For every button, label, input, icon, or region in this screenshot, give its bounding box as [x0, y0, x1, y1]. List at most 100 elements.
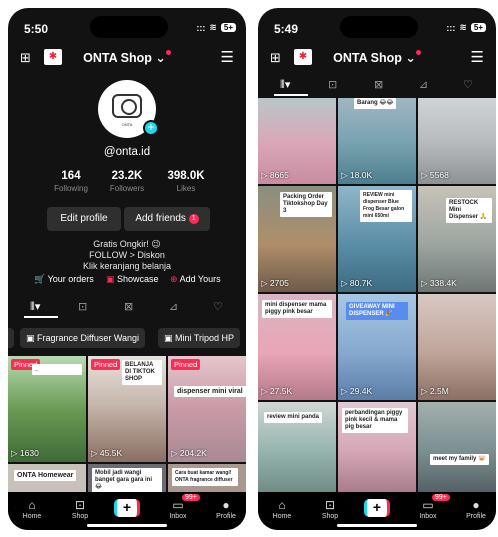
repost-icon[interactable]: ⊿: [419, 78, 428, 91]
hamburger-menu-icon[interactable]: ☰: [471, 48, 484, 66]
lock-icon[interactable]: ⊠: [124, 300, 133, 313]
home-icon: ⌂: [278, 498, 286, 512]
add-friends-button[interactable]: Add friends 1: [124, 207, 210, 231]
view-count: ▷ 2.5M: [421, 386, 449, 396]
video-caption: Mobil jadi wangi banget gara gara ini 😂: [92, 468, 162, 493]
create-button[interactable]: +: [364, 499, 390, 517]
status-icons: ::: ≋ 5+: [196, 22, 236, 33]
bottom-nav: ⌂ Home ⊡ Shop + ▭ Inbox 99+ ● Profile: [8, 492, 246, 530]
stat-likes[interactable]: 398.0K Likes: [151, 170, 221, 193]
chip-fragrance[interactable]: ▣ Fragrance Diffuser Wangi: [20, 328, 146, 348]
status-bar: 5:49 ::: ≋ 5+: [258, 8, 496, 42]
left-phone-screen: 5:50 ::: ≋ 5+ ⊞ ✱ ONTA Shop ⌄ ☰ ONTA + @…: [8, 8, 246, 530]
heart-hand-icon[interactable]: ♡: [213, 300, 223, 313]
video-tile[interactable]: Pinned dispenser mini viral ▷ 204.2K: [168, 356, 246, 462]
status-icons: ::: ≋ 5+: [446, 22, 486, 33]
video-tile[interactable]: ONTA Homewear: [8, 464, 86, 494]
video-caption: Barang 😂😂: [354, 98, 397, 109]
video-tile[interactable]: meet my family 🐷: [418, 402, 496, 492]
wifi-icon: ≋: [459, 22, 467, 32]
shopping-bag-icon[interactable]: ⊡: [78, 300, 87, 313]
username: @onta.id: [103, 146, 151, 158]
video-caption: perbandingan piggy pink kecil & mama pig…: [342, 408, 408, 433]
view-count: ▷ 18.0K: [341, 170, 373, 180]
video-tile[interactable]: perbandingan piggy pink kecil & mama pig…: [338, 402, 416, 492]
add-yours-link[interactable]: ⊕ Add Yours: [170, 274, 221, 285]
create-button[interactable]: +: [114, 499, 140, 517]
grid-icon[interactable]: ⦀▾: [30, 300, 40, 314]
add-yours-icon: ⊕: [170, 274, 178, 284]
video-tile[interactable]: ▷ 5568: [418, 98, 496, 184]
pinned-badge: Pinned: [171, 359, 201, 370]
view-count: ▷ 204.2K: [171, 448, 207, 458]
signal-icon: :::: [446, 22, 456, 33]
view-count: ▷ 338.4K: [421, 278, 457, 288]
video-tile[interactable]: Cara buat kamar wangi! ONTA fragrance di…: [168, 464, 246, 494]
nav-profile[interactable]: ● Profile: [456, 498, 496, 520]
shop-bag-icon: ⊡: [74, 498, 86, 512]
nav-home[interactable]: ⌂ Home: [262, 498, 302, 520]
avatar[interactable]: ONTA +: [98, 80, 159, 138]
nav-inbox[interactable]: ▭ Inbox 99+: [408, 494, 450, 520]
video-tile[interactable]: Barang 😂😂 ▷ 18.0K: [338, 98, 416, 184]
add-avatar-plus-icon[interactable]: +: [143, 120, 159, 136]
profile-person-icon: ●: [222, 498, 230, 512]
view-count: ▷ 29.4K: [341, 386, 373, 396]
shopping-bag-icon[interactable]: ⊡: [328, 78, 337, 91]
video-caption: review mini panda: [264, 412, 323, 423]
video-caption: BELANJA DI TIKTOK SHOP: [122, 360, 162, 385]
view-count: ▷ 5568: [421, 170, 449, 180]
hamburger-menu-icon[interactable]: ☰: [221, 48, 234, 66]
right-phone-screen: 5:49 ::: ≋ 5+ ⊞ ✱ ONTA Shop ⌄ ☰ ⦀▾ ⊡ ⊠ ⊿…: [258, 8, 496, 530]
showcase-link[interactable]: ▣ Showcase: [106, 274, 159, 285]
video-tile[interactable]: ▷ 8665: [258, 98, 336, 184]
status-time: 5:50: [24, 22, 49, 36]
nav-profile[interactable]: ● Profile: [206, 498, 246, 520]
video-tile[interactable]: RESTOCK Mini Dispenser 🙏 ▷ 338.4K: [418, 186, 496, 292]
profile-header: ⊞ ✱ ONTA Shop ⌄ ☰: [258, 44, 496, 72]
home-indicator: [337, 524, 417, 527]
your-orders-link[interactable]: 🛒 Your orders: [34, 274, 94, 285]
nav-home[interactable]: ⌂ Home: [12, 498, 52, 520]
account-switcher[interactable]: ONTA Shop ⌄: [258, 50, 496, 65]
lock-icon[interactable]: ⊠: [374, 78, 383, 91]
repost-icon[interactable]: ⊿: [169, 300, 178, 313]
profile-header: ⊞ ✱ ONTA Shop ⌄ ☰: [8, 44, 246, 72]
cart-icon: 🛒: [34, 274, 46, 284]
video-caption: Packing Order Tiktokshop Day 3: [280, 192, 332, 217]
view-count: ▷ 8665: [261, 170, 289, 180]
chip-tripod[interactable]: ▣ Mini Tripod HP: [158, 328, 241, 348]
view-count: ▷ 80.7K: [341, 278, 373, 288]
video-tile[interactable]: mini dispenser mama piggy pink besar ▷ 2…: [258, 294, 336, 400]
video-caption: meet my family 🐷: [430, 454, 489, 465]
video-tile[interactable]: GIVEAWAY MINI DISPENSER 🎉 ▷ 29.4K: [338, 294, 416, 400]
video-tile[interactable]: Pinned BELANJA DI TIKTOK SHOP ▷ 45.5K: [88, 356, 166, 462]
video-tile[interactable]: review mini panda: [258, 402, 336, 492]
profile-stats: 164 Following 23.2K Followers 398.0K Lik…: [8, 170, 246, 198]
heart-hand-icon[interactable]: ♡: [463, 78, 473, 91]
add-friends-badge: 1: [188, 214, 199, 224]
video-tile[interactable]: ▷ 2.5M: [418, 294, 496, 400]
video-caption: GIVEAWAY MINI DISPENSER 🎉: [346, 302, 408, 320]
video-caption: mini dispenser mama piggy pink besar: [262, 300, 332, 318]
pinned-badge: Pinned: [91, 359, 121, 370]
chip-partial[interactable]: [8, 328, 14, 348]
view-count: ▷ 2705: [261, 278, 289, 288]
active-tab-underline: [24, 316, 58, 318]
video-tile[interactable]: REVIEW mini dispenser Blue Frog Besar ga…: [338, 186, 416, 292]
content-tabs: ⦀▾ ⊡ ⊠ ⊿ ♡: [8, 296, 246, 318]
video-caption: REVIEW mini dispenser Blue Frog Besar ga…: [360, 190, 412, 222]
video-tile[interactable]: Mobil jadi wangi banget gara gara ini 😂: [88, 464, 166, 494]
video-tile[interactable]: Pinned ... ▷ 1630: [8, 356, 86, 462]
notification-dot: [165, 50, 171, 55]
nav-inbox[interactable]: ▭ Inbox 99+: [158, 494, 200, 520]
wifi-icon: ≋: [209, 22, 217, 32]
video-tile[interactable]: Packing Order Tiktokshop Day 3 ▷ 2705: [258, 186, 336, 292]
grid-icon[interactable]: ⦀▾: [280, 78, 290, 92]
video-grid: Pinned ... ▷ 1630 Pinned BELANJA DI TIKT…: [8, 356, 246, 494]
account-switcher[interactable]: ONTA Shop ⌄: [8, 50, 246, 65]
nav-shop[interactable]: ⊡ Shop: [310, 498, 350, 520]
edit-profile-button[interactable]: Edit profile: [47, 207, 121, 231]
nav-shop[interactable]: ⊡ Shop: [60, 498, 100, 520]
profile-bio: Gratis Ongkir! 😉 FOLLOW > Diskon Klik ke…: [82, 239, 172, 271]
